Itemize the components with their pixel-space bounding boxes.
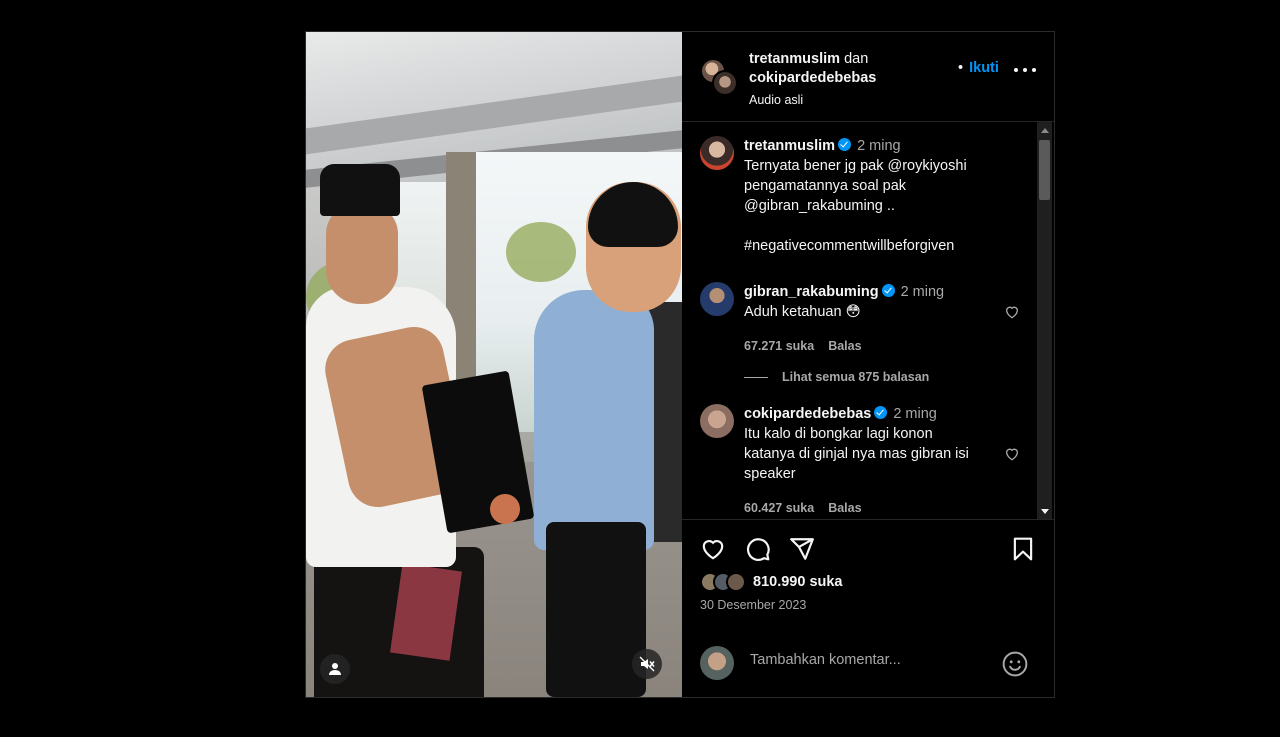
avatar (700, 646, 734, 680)
comment-likes[interactable]: 60.427 suka (744, 501, 814, 515)
verified-icon (881, 284, 895, 297)
scroll-thumb[interactable] (1039, 140, 1050, 200)
comment-icon[interactable] (745, 536, 771, 562)
comment-item: gibran_rakabuming 2 ming Aduh ketahuan 😳 … (700, 282, 1020, 356)
comment-time[interactable]: 2 ming (901, 284, 945, 300)
follow-dot: • (958, 60, 964, 76)
video-person-right (534, 290, 654, 550)
comment-likes[interactable]: 67.271 suka (744, 339, 814, 353)
scroll-down-arrow[interactable] (1041, 509, 1049, 514)
comment-username[interactable]: gibran_rakabuming (744, 284, 879, 300)
avatar[interactable] (700, 136, 734, 170)
caption-time[interactable]: 2 ming (857, 138, 901, 154)
audio-label[interactable]: Audio asli (749, 91, 959, 110)
comment-username[interactable]: cokipardedebebas (744, 406, 871, 422)
collab-conjunction: dan (844, 51, 869, 67)
more-icon (1014, 68, 1018, 72)
likes-count[interactable]: 810.990 suka (753, 574, 843, 590)
collab-username[interactable]: cokipardedebebas (749, 70, 876, 86)
post-side-panel: tretanmuslim dan cokipardedebebas Audio … (682, 32, 1054, 697)
post-caption: tretanmuslim 2 ming Ternyata bener jg pak… (700, 136, 1020, 256)
comment-input[interactable] (750, 652, 980, 668)
comment-text: speaker (744, 466, 796, 482)
post-actions: 810.990 suka 30 Desember 2023 (682, 520, 1054, 697)
verified-icon (874, 406, 888, 419)
emoji-icon[interactable] (1002, 651, 1028, 677)
avatar[interactable] (700, 404, 734, 438)
share-icon[interactable] (789, 536, 815, 562)
bookmark-icon[interactable] (1010, 536, 1036, 562)
heart-icon[interactable] (1004, 446, 1020, 462)
more-options-button[interactable] (1014, 66, 1036, 74)
scroll-up-arrow[interactable] (1041, 128, 1049, 133)
add-comment-bar (682, 632, 1054, 692)
comment-time[interactable]: 2 ming (893, 406, 937, 422)
view-replies-label: Lihat semua 875 balasan (782, 370, 930, 384)
comments-scrollbar[interactable] (1037, 122, 1052, 519)
mute-icon (639, 656, 655, 672)
author-username[interactable]: tretanmuslim (749, 51, 840, 67)
mute-button[interactable] (632, 649, 662, 679)
comment-text: Aduh ketahuan 😳 (744, 304, 861, 320)
caption-line: pengamatannya soal pak (744, 178, 907, 194)
follow-button[interactable]: • Ikuti (958, 60, 999, 76)
heart-icon[interactable] (1004, 304, 1020, 320)
comments-section[interactable]: tretanmuslim 2 ming Ternyata bener jg pak… (682, 122, 1054, 520)
collab-avatars[interactable] (700, 58, 740, 98)
caption-hashtag[interactable]: #negativecommentwillbeforgiven (744, 236, 1020, 256)
post-modal: tretanmuslim dan cokipardedebebas Audio … (305, 31, 1055, 698)
reply-button[interactable]: Balas (828, 339, 861, 353)
comment-text: katanya di ginjal nya mas gibran isi (744, 446, 969, 462)
caption-username[interactable]: tretanmuslim (744, 138, 835, 154)
avatar[interactable] (712, 70, 738, 96)
comment-text: Itu kalo di bongkar lagi konon (744, 426, 933, 442)
verified-icon (838, 138, 852, 151)
comment-item: cokipardedebebas 2 ming Itu kalo di bongk… (700, 404, 1020, 518)
collab-names: tretanmuslim dan cokipardedebebas Audio … (749, 50, 959, 110)
tag-user-icon (329, 663, 341, 675)
heart-icon[interactable] (700, 536, 726, 562)
avatar[interactable] (700, 282, 734, 316)
caption-line: @gibran_rakabuming .. (744, 198, 895, 214)
tag-user-button[interactable] (320, 654, 350, 684)
avatar (726, 572, 746, 592)
post-header: tretanmuslim dan cokipardedebebas Audio … (682, 32, 1054, 122)
caption-line: Ternyata bener jg pak @roykiyoshi (744, 158, 967, 174)
view-replies-button[interactable]: Lihat semua 875 balasan (744, 370, 929, 384)
post-date[interactable]: 30 Desember 2023 (700, 598, 806, 612)
follow-label: Ikuti (969, 60, 999, 76)
reel-video[interactable] (306, 32, 682, 697)
reply-button[interactable]: Balas (828, 501, 861, 515)
likes-summary[interactable]: 810.990 suka (700, 572, 843, 592)
